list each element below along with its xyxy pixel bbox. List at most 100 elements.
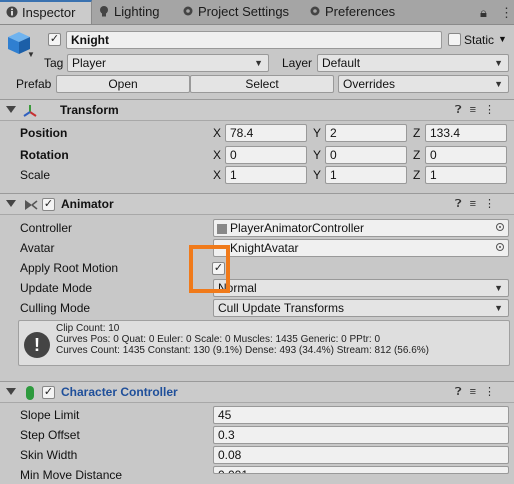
layer-value: Default <box>322 56 361 70</box>
object-picker-icon[interactable] <box>496 223 504 231</box>
lock-icon[interactable]: 🔒︎ <box>480 5 487 21</box>
component-header-icons[interactable]: ❓︎≡⋮ <box>455 197 503 211</box>
more-options-icon[interactable]: ⋮ <box>500 5 513 21</box>
object-name-field[interactable]: Knight <box>66 31 442 49</box>
tab-inspector[interactable]: Inspector <box>0 0 92 24</box>
object-picker-icon[interactable] <box>496 243 504 251</box>
gear-icon <box>309 1 321 16</box>
overrides-dropdown[interactable]: Overrides ▼ <box>338 75 509 93</box>
warning-icon: ! <box>24 332 50 358</box>
chevron-down-icon[interactable]: ▼ <box>27 50 35 59</box>
tab-label: Preferences <box>325 4 396 19</box>
presets-icon[interactable]: ≡ <box>470 198 484 210</box>
tab-project-settings[interactable]: Project Settings <box>182 0 289 24</box>
foldout-icon[interactable] <box>6 106 16 113</box>
scale-y-field[interactable]: 1 <box>325 166 407 184</box>
foldout-icon[interactable] <box>6 388 16 395</box>
tab-preferences[interactable]: Preferences <box>309 0 395 24</box>
skin-width-label: Skin Width <box>20 448 78 462</box>
help-icon[interactable]: ❓︎ <box>455 198 470 210</box>
skin-width-field[interactable]: 0.08 <box>213 446 509 464</box>
scale-label: Scale <box>20 168 51 182</box>
update-mode-dropdown[interactable]: Normal ▼ <box>213 279 509 297</box>
tag-value: Player <box>72 56 107 70</box>
info-line: Curves Count: 1435 Constant: 130 (9.1%) … <box>56 345 429 356</box>
more-options-icon[interactable]: ⋮ <box>484 104 503 116</box>
character-controller-header[interactable]: ✓ Character Controller ❓︎≡⋮ <box>0 381 514 403</box>
axis-x-label[interactable]: X <box>213 146 221 164</box>
overrides-label: Overrides <box>343 77 396 91</box>
tab-lighting[interactable]: Lighting <box>98 0 160 24</box>
tag-dropdown[interactable]: Player ▼ <box>67 54 269 72</box>
rotation-x-field[interactable]: 0 <box>225 146 307 164</box>
position-x-field[interactable]: 78.4 <box>225 124 307 142</box>
position-z-field[interactable]: 133.4 <box>425 124 507 142</box>
axis-x-label[interactable]: X <box>213 124 221 142</box>
component-title: Character Controller <box>61 385 178 399</box>
presets-icon[interactable]: ≡ <box>470 104 484 116</box>
step-offset-label: Step Offset <box>20 428 80 442</box>
chevron-down-icon[interactable]: ▼ <box>498 34 507 44</box>
layer-dropdown[interactable]: Default ▼ <box>317 54 509 72</box>
min-move-distance-label: Min Move Distance <box>20 468 123 482</box>
info-line: Curves Pos: 0 Quat: 0 Euler: 0 Scale: 0 … <box>56 334 381 345</box>
scale-z-field[interactable]: 1 <box>425 166 507 184</box>
axis-y-label[interactable]: Y <box>313 124 321 142</box>
scale-x-field[interactable]: 1 <box>225 166 307 184</box>
rotation-y-field[interactable]: 0 <box>325 146 407 164</box>
axis-z-label[interactable]: Z <box>413 166 420 184</box>
animator-controller-icon <box>217 223 227 234</box>
more-options-icon[interactable]: ⋮ <box>484 198 503 210</box>
info-icon <box>6 3 18 18</box>
prefab-label: Prefab <box>16 77 52 91</box>
axis-z-label[interactable]: Z <box>413 124 420 142</box>
lightbulb-icon <box>98 1 110 17</box>
foldout-icon[interactable] <box>6 200 16 207</box>
tab-label: Lighting <box>114 4 160 19</box>
character-controller-enabled-checkbox[interactable]: ✓ <box>42 386 55 399</box>
axis-y-label[interactable]: Y <box>313 166 321 184</box>
help-icon[interactable]: ❓︎ <box>455 104 470 116</box>
slope-limit-field[interactable]: 45 <box>213 406 509 424</box>
avatar-label: Avatar <box>20 241 55 255</box>
step-offset-field[interactable]: 0.3 <box>213 426 509 444</box>
axis-z-label[interactable]: Z <box>413 146 420 164</box>
presets-icon[interactable]: ≡ <box>470 386 484 398</box>
min-move-distance-field[interactable]: 0.001 <box>213 466 509 474</box>
active-checkbox[interactable]: ✓ <box>48 33 61 46</box>
animator-header[interactable]: ✓ Animator ❓︎≡⋮ <box>0 193 514 215</box>
animator-enabled-checkbox[interactable]: ✓ <box>42 198 55 211</box>
chevron-down-icon: ▼ <box>494 58 503 68</box>
select-prefab-button[interactable]: Select <box>190 75 334 93</box>
position-label: Position <box>20 126 68 140</box>
rotation-label: Rotation <box>20 148 69 162</box>
avatar-value: KnightAvatar <box>230 241 299 255</box>
axis-y-label[interactable]: Y <box>313 146 321 164</box>
open-prefab-button[interactable]: Open <box>56 75 190 93</box>
culling-mode-dropdown[interactable]: Cull Update Transforms ▼ <box>213 299 509 317</box>
axis-x-label[interactable]: X <box>213 166 221 184</box>
layer-label: Layer <box>282 56 313 70</box>
chevron-down-icon: ▼ <box>254 58 263 68</box>
avatar-field[interactable]: KnightAvatar <box>213 239 509 257</box>
rotation-z-field[interactable]: 0 <box>425 146 507 164</box>
chevron-down-icon: ▼ <box>494 79 503 89</box>
update-mode-label: Update Mode <box>20 281 93 295</box>
tag-label: Tag <box>44 56 64 70</box>
static-checkbox[interactable] <box>448 33 461 46</box>
controller-label: Controller <box>20 221 73 235</box>
transform-header[interactable]: Transform ❓︎≡⋮ <box>0 99 514 121</box>
component-header-icons[interactable]: ❓︎≡⋮ <box>455 103 503 117</box>
apply-root-motion-label: Apply Root Motion <box>20 261 119 275</box>
controller-value: PlayerAnimatorController <box>230 221 365 235</box>
transform-icon <box>22 103 38 119</box>
gear-icon <box>182 1 194 16</box>
tab-label: Inspector <box>22 5 76 20</box>
culling-mode-value: Cull Update Transforms <box>218 301 345 315</box>
component-header-icons[interactable]: ❓︎≡⋮ <box>455 385 503 399</box>
help-icon[interactable]: ❓︎ <box>455 386 470 398</box>
position-y-field[interactable]: 2 <box>325 124 407 142</box>
controller-field[interactable]: PlayerAnimatorController <box>213 219 509 237</box>
chevron-down-icon: ▼ <box>494 283 503 293</box>
more-options-icon[interactable]: ⋮ <box>484 386 503 398</box>
